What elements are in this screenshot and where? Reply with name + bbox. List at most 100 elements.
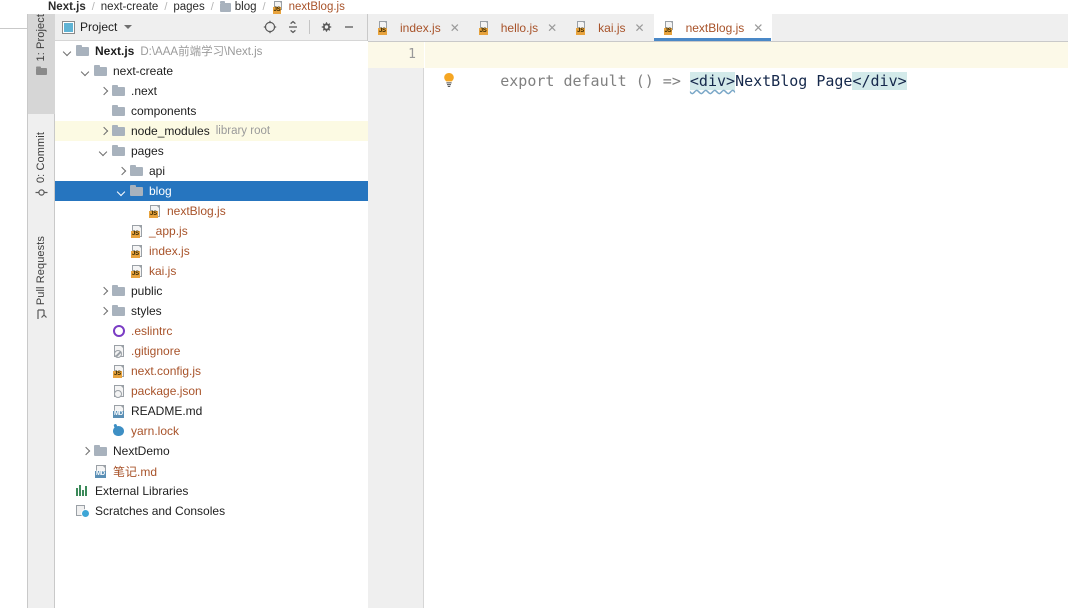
tree-row-label: nextBlog.js: [167, 204, 226, 218]
chevron-right-icon[interactable]: [99, 127, 108, 136]
close-icon[interactable]: ✕: [635, 22, 645, 34]
tree-row-components[interactable]: components: [55, 101, 368, 121]
tree-row-label: External Libraries: [95, 484, 189, 498]
tree-row-kai-js[interactable]: JS kai.js: [55, 261, 368, 281]
tree-row-external-libraries[interactable]: External Libraries: [55, 481, 368, 501]
chevron-right-icon[interactable]: [117, 167, 126, 176]
jsx-open-tag: <div>: [689, 72, 736, 90]
tool-window-button-label: 1: Project: [35, 14, 47, 62]
chevron-down-icon[interactable]: [117, 187, 126, 196]
close-icon[interactable]: ✕: [753, 22, 763, 34]
breadcrumb-item-label: Next.js: [48, 1, 86, 13]
tree-row-next-create[interactable]: next-create: [55, 61, 368, 81]
breadcrumb-item-blog[interactable]: blog: [219, 0, 257, 13]
breadcrumb-item-label: next-create: [100, 1, 159, 13]
jsx-close-tag: </div>: [852, 72, 907, 90]
tree-row-next-config-js[interactable]: JS next.config.js: [55, 361, 368, 381]
code-line-1[interactable]: export default () => <div>NextBlog Page<…: [428, 42, 907, 90]
project-file-tree[interactable]: Next.js D:\AAA前端学习\Next.js next-create .nex…: [55, 41, 368, 608]
tree-row--gitignore[interactable]: .gitignore: [55, 341, 368, 361]
tree-row-readme-md[interactable]: MD README.md: [55, 401, 368, 421]
tree-row-笔记-md[interactable]: MD 笔记.md: [55, 461, 368, 481]
tree-row--next[interactable]: .next: [55, 81, 368, 101]
editor-tab-index-js[interactable]: JS index.js ✕: [368, 14, 469, 41]
tree-row-label: _app.js: [149, 224, 188, 238]
folder-icon: [111, 283, 127, 299]
tool-window-button-label: Pull Requests: [35, 236, 47, 306]
tree-row-pages[interactable]: pages: [55, 141, 368, 161]
close-icon[interactable]: ✕: [547, 22, 557, 34]
tree-row-label: kai.js: [149, 264, 177, 278]
chevron-right-icon[interactable]: [99, 87, 108, 96]
editor-tab-hello-js[interactable]: JS hello.js ✕: [469, 14, 566, 41]
editor-tab-kai-js[interactable]: JS kai.js ✕: [566, 14, 653, 41]
crosshair-target-icon: [263, 20, 277, 34]
chevron-down-icon[interactable]: [124, 25, 133, 29]
tree-row-node-modules[interactable]: node_modules library root: [55, 121, 368, 141]
tree-row--eslintrc[interactable]: .eslintrc: [55, 321, 368, 341]
tree-row-scratches-and-consoles[interactable]: Scratches and Consoles: [55, 501, 368, 521]
tree-row-blog[interactable]: blog: [55, 181, 368, 201]
tree-row-next-js[interactable]: Next.js D:\AAA前端学习\Next.js: [55, 41, 368, 61]
editor-tab-nextblog-js[interactable]: JS nextBlog.js ✕: [653, 14, 773, 41]
scratches-icon: [75, 503, 91, 519]
tree-row-styles[interactable]: styles: [55, 301, 368, 321]
commit-icon: [35, 186, 48, 202]
tree-row-label: pages: [131, 144, 164, 158]
folder-icon: [111, 303, 127, 319]
tool-window-button-1-project[interactable]: 1: Project: [28, 14, 55, 114]
project-folder-icon: [35, 64, 48, 80]
tree-row-note: library root: [215, 125, 271, 137]
collapse-all-button[interactable]: [283, 17, 303, 37]
chevron-down-icon[interactable]: [63, 47, 72, 56]
tree-row--app-js[interactable]: JS _app.js: [55, 221, 368, 241]
tree-row-package-json[interactable]: package.json: [55, 381, 368, 401]
code-editor[interactable]: 1 export default () => <div>NextBlog Pag…: [368, 42, 1068, 608]
tree-row-nextdemo[interactable]: NextDemo: [55, 441, 368, 461]
close-icon[interactable]: ✕: [450, 22, 460, 34]
tree-row-label: node_modules: [131, 124, 210, 138]
chevron-right-icon[interactable]: [99, 307, 108, 316]
tree-arrow-spacer: [117, 227, 126, 236]
chevron-down-icon[interactable]: [99, 147, 108, 156]
tree-row-index-js[interactable]: JS index.js: [55, 241, 368, 261]
folder-icon: [111, 143, 127, 159]
tree-row-public[interactable]: public: [55, 281, 368, 301]
tree-row-label: Next.js: [95, 44, 135, 58]
tool-window-button-pull-requests[interactable]: Pull Requests: [28, 236, 55, 358]
breadcrumb-item-next-create[interactable]: next-create: [101, 1, 159, 13]
external-libraries-icon: [75, 483, 91, 499]
tree-arrow-spacer: [63, 507, 72, 516]
chevron-down-icon[interactable]: [81, 67, 90, 76]
pull-request-icon: [35, 308, 48, 324]
tree-row-label: yarn.lock: [131, 424, 180, 438]
tree-row-label: NextDemo: [113, 444, 170, 458]
js-file-icon: JS: [478, 20, 492, 35]
markdown-file-icon: MD: [93, 463, 109, 479]
tree-row-api[interactable]: api: [55, 161, 368, 181]
breadcrumb-item-next-js[interactable]: Next.js: [48, 1, 86, 13]
lightbulb-icon[interactable]: [442, 72, 456, 88]
select-opened-file-button[interactable]: [260, 17, 280, 37]
hide-panel-button[interactable]: [339, 17, 359, 37]
breadcrumb-item-pages[interactable]: pages: [173, 1, 204, 13]
editor-tab-label: index.js: [400, 20, 441, 35]
tree-row-nextblog-js[interactable]: JS nextBlog.js: [55, 201, 368, 221]
folder-icon: [111, 83, 127, 99]
settings-button[interactable]: [316, 17, 336, 37]
tree-row-yarn-lock[interactable]: yarn.lock: [55, 421, 368, 441]
tree-row-label: styles: [131, 304, 162, 318]
chevron-right-icon[interactable]: [81, 447, 90, 456]
project-view-selector[interactable]: Project: [59, 20, 133, 34]
tree-row-label: blog: [149, 184, 172, 198]
tool-window-button-0-commit[interactable]: 0: Commit: [28, 132, 55, 228]
gear-icon: [321, 22, 332, 32]
project-panel-title: Project: [80, 20, 118, 34]
editor-gutter[interactable]: 1: [368, 42, 424, 608]
breadcrumb-item-nextblog-js[interactable]: JS nextBlog.js: [272, 0, 345, 14]
line-number: 1: [408, 47, 416, 62]
breadcrumb-separator: /: [210, 1, 214, 13]
editor-tab-label: hello.js: [500, 20, 539, 35]
chevron-right-icon[interactable]: [99, 287, 108, 296]
folder-icon: [129, 163, 145, 179]
